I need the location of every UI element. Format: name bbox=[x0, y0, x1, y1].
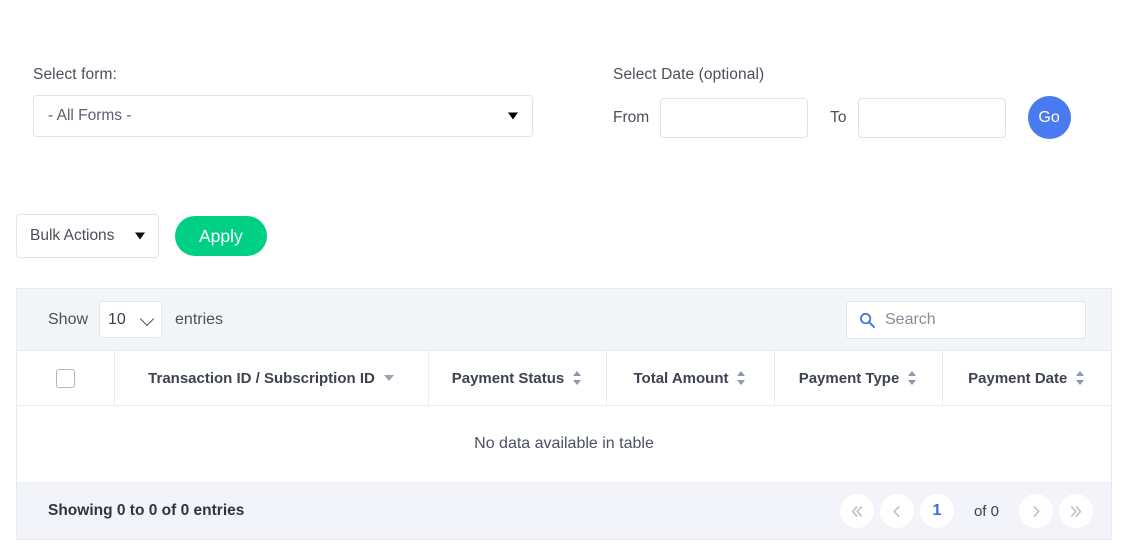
page-length-select[interactable]: 10 bbox=[99, 301, 163, 338]
bulk-actions-row: Bulk Actions Apply bbox=[16, 214, 267, 258]
bulk-actions-dropdown[interactable]: Bulk Actions bbox=[16, 214, 159, 258]
form-filter-group: Select form: - All Forms - bbox=[33, 66, 533, 137]
from-label: From bbox=[613, 108, 650, 126]
select-form-dropdown[interactable]: - All Forms - bbox=[33, 95, 533, 137]
entries-info: Showing 0 to 0 of 0 entries bbox=[48, 502, 245, 519]
column-label: Total Amount bbox=[633, 369, 729, 387]
empty-message: No data available in table bbox=[17, 405, 1111, 483]
apply-button[interactable]: Apply bbox=[175, 216, 267, 256]
chevron-right-icon bbox=[1033, 505, 1040, 517]
date-from-input[interactable] bbox=[660, 97, 809, 138]
column-header-transaction-id[interactable]: Transaction ID / Subscription ID bbox=[114, 351, 429, 406]
bulk-actions-value: Bulk Actions bbox=[30, 227, 115, 244]
pagination-total-pages: of 0 bbox=[973, 502, 999, 520]
sort-both-icon bbox=[908, 370, 917, 386]
chevron-double-left-icon bbox=[852, 505, 863, 517]
payments-screen: Select form: - All Forms - Select Date (… bbox=[0, 0, 1128, 548]
column-label: Transaction ID / Subscription ID bbox=[148, 369, 375, 387]
table-empty-row: No data available in table bbox=[17, 405, 1111, 483]
column-label: Payment Status bbox=[451, 369, 565, 387]
column-header-payment-date[interactable]: Payment Date bbox=[942, 351, 1111, 406]
to-label: To bbox=[830, 108, 847, 126]
table-footer: Showing 0 to 0 of 0 entries 1 of 0 bbox=[17, 483, 1111, 539]
transactions-table: Transaction ID / Subscription ID Payment… bbox=[17, 351, 1111, 483]
pagination-current-page[interactable]: 1 bbox=[919, 494, 954, 528]
go-button[interactable]: Go bbox=[1027, 96, 1071, 139]
select-all-header bbox=[17, 351, 115, 406]
date-filter-group: Select Date (optional) From To Go bbox=[613, 66, 1071, 139]
transactions-card: Show 10 entries Search Transaction ID / … bbox=[16, 288, 1112, 540]
sort-descending-icon bbox=[383, 375, 394, 381]
chevron-down-icon bbox=[508, 112, 518, 120]
chevron-double-right-icon bbox=[1070, 505, 1081, 517]
page-length-control: Show 10 entries bbox=[48, 301, 223, 338]
show-label: Show bbox=[48, 310, 89, 328]
column-header-payment-type[interactable]: Payment Type bbox=[774, 351, 943, 406]
pagination-first-button[interactable] bbox=[839, 494, 874, 528]
chevron-down-icon bbox=[139, 311, 155, 327]
pagination-next-button[interactable] bbox=[1019, 494, 1053, 528]
checkbox-unchecked-icon[interactable] bbox=[55, 368, 75, 388]
column-header-total-amount[interactable]: Total Amount bbox=[606, 351, 775, 406]
chevron-down-icon bbox=[135, 232, 145, 240]
date-to-input[interactable] bbox=[857, 97, 1006, 138]
table-header-row: Transaction ID / Subscription ID Payment… bbox=[17, 351, 1111, 406]
column-label: Payment Date bbox=[968, 369, 1068, 387]
table-body: No data available in table bbox=[17, 405, 1111, 483]
pagination-last-button[interactable] bbox=[1059, 494, 1093, 528]
date-range-row: From To Go bbox=[613, 96, 1071, 139]
sort-both-icon bbox=[1076, 370, 1085, 386]
search-input[interactable] bbox=[846, 300, 1086, 339]
pagination-prev-button[interactable] bbox=[879, 494, 914, 528]
chevron-left-icon bbox=[893, 505, 900, 517]
sort-both-icon bbox=[573, 370, 582, 386]
search-control bbox=[846, 300, 1086, 339]
select-date-label: Select Date (optional) bbox=[613, 66, 765, 83]
table-controls-bar: Show 10 entries bbox=[17, 289, 1111, 351]
select-form-label: Select form: bbox=[33, 66, 117, 83]
sort-both-icon bbox=[737, 370, 746, 386]
select-form-value: - All Forms - bbox=[48, 107, 132, 124]
entries-label: entries bbox=[175, 310, 224, 328]
page-length-value: 10 bbox=[108, 310, 126, 328]
column-header-payment-status[interactable]: Payment Status bbox=[428, 351, 607, 406]
column-label: Payment Type bbox=[798, 369, 900, 387]
pagination: 1 of 0 bbox=[839, 494, 1093, 528]
